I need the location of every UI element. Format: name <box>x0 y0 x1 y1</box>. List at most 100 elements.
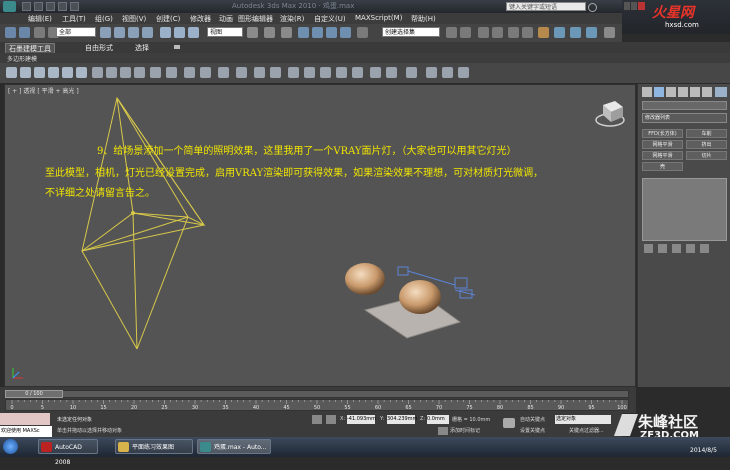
key-icon[interactable] <box>503 418 515 428</box>
viewcube-icon[interactable] <box>595 101 625 127</box>
time-slider-track[interactable] <box>5 390 629 398</box>
maxscript-listener[interactable] <box>0 413 50 425</box>
z-coord-field[interactable]: 0.0mm <box>427 415 449 424</box>
modifier-button[interactable]: 网格平滑 <box>642 151 683 160</box>
quickslice-icon[interactable] <box>270 67 281 78</box>
mirror-icon[interactable] <box>446 27 457 38</box>
menu-tools[interactable]: 工具(T) <box>62 14 86 24</box>
keyboard-shortcut-icon[interactable] <box>281 27 292 38</box>
reference-coord-dropdown[interactable]: 视图 <box>207 27 243 37</box>
window-crossing-icon[interactable] <box>142 27 153 38</box>
absolute-mode-icon[interactable] <box>326 415 336 424</box>
bevel-icon[interactable] <box>184 67 195 78</box>
display-tab-icon[interactable] <box>690 87 700 97</box>
polymodel-icon[interactable] <box>6 67 17 78</box>
start-button[interactable] <box>3 439 18 454</box>
hammer-icon[interactable] <box>715 87 727 97</box>
smooth-groups-icon[interactable] <box>458 67 469 78</box>
key-mode-dropdown[interactable]: 选定对象 <box>555 415 611 424</box>
hard-icon[interactable] <box>442 67 453 78</box>
undo-icon[interactable] <box>58 2 67 11</box>
close-button[interactable] <box>638 2 645 10</box>
grow-icon[interactable] <box>106 67 117 78</box>
new-file-icon[interactable] <box>22 2 31 11</box>
lock-selection-icon[interactable] <box>312 415 322 424</box>
motion-tab-icon[interactable] <box>678 87 688 97</box>
menu-customize[interactable]: 自定义(U) <box>314 14 346 24</box>
redo-icon[interactable] <box>70 2 79 11</box>
save-icon[interactable] <box>46 2 55 11</box>
configure-sets-icon[interactable] <box>700 244 709 253</box>
extrude-icon[interactable] <box>166 67 177 78</box>
teapot-icon[interactable] <box>604 27 615 38</box>
edit-named-sets-icon[interactable] <box>357 27 368 38</box>
tab-selection[interactable]: 选择 <box>132 43 152 53</box>
hierarchy-tab-icon[interactable] <box>666 87 676 97</box>
polygon-icon[interactable] <box>62 67 73 78</box>
target-weld-icon[interactable] <box>320 67 331 78</box>
rendered-frame-icon[interactable] <box>570 27 581 38</box>
vertex-icon[interactable] <box>20 67 31 78</box>
egg-model[interactable] <box>345 263 385 295</box>
border-icon[interactable] <box>48 67 59 78</box>
time-slider-handle[interactable]: 0 / 100 <box>5 390 63 398</box>
maximize-button[interactable] <box>631 2 637 10</box>
pin-stack-icon[interactable] <box>644 244 653 253</box>
modifier-list-dropdown[interactable]: 修改器列表 <box>642 113 727 123</box>
modifier-button[interactable]: 壳 <box>642 162 683 171</box>
show-end-result-icon[interactable] <box>658 244 667 253</box>
ribbon-toggle-icon[interactable] <box>174 45 180 49</box>
modify-tab-icon[interactable] <box>654 87 664 97</box>
relax-icon[interactable] <box>336 67 347 78</box>
element-icon[interactable] <box>76 67 87 78</box>
taskbar-item[interactable]: 平面练习效果图 <box>115 439 193 454</box>
menu-views[interactable]: 视图(V) <box>122 14 146 24</box>
x-coord-field[interactable]: -41.093mm <box>347 415 376 424</box>
render-setup-icon[interactable] <box>554 27 565 38</box>
set-key-button[interactable]: 设置关键点 <box>520 427 545 434</box>
graphite-tools-icon[interactable] <box>492 27 503 38</box>
snap-icon[interactable] <box>298 27 309 38</box>
welcome-text[interactable]: 欢迎使用 MAXSc <box>0 426 52 437</box>
menu-create[interactable]: 创建(C) <box>156 14 180 24</box>
modifier-button[interactable]: 挤出 <box>686 140 727 149</box>
loop-icon[interactable] <box>134 67 145 78</box>
tab-freeform[interactable]: 自由形式 <box>82 43 116 53</box>
menu-modifiers[interactable]: 修改器 <box>190 14 211 24</box>
menu-help[interactable]: 帮助(H) <box>411 14 436 24</box>
move-icon[interactable] <box>160 27 171 38</box>
polygon-modeling-label[interactable]: 多边形建模 <box>7 54 37 63</box>
meshsmooth-icon[interactable] <box>370 67 381 78</box>
selection-filter-dropdown[interactable]: 全部 <box>56 27 96 37</box>
undo-icon[interactable] <box>5 27 16 38</box>
cut-icon[interactable] <box>254 67 265 78</box>
material-editor-icon[interactable] <box>538 27 549 38</box>
add-time-tag[interactable]: 添加时间标记 <box>450 427 480 434</box>
key-filters-button[interactable]: 关键点过滤器... <box>569 427 604 434</box>
remove-modifier-icon[interactable] <box>686 244 695 253</box>
modifier-button[interactable]: FFD(长方体) <box>642 129 683 138</box>
spinner-snap-icon[interactable] <box>340 27 351 38</box>
connect-icon[interactable] <box>236 67 247 78</box>
named-selection-dropdown[interactable]: 创建选择集 <box>382 27 440 37</box>
manipulate-icon[interactable] <box>264 27 275 38</box>
link-icon[interactable] <box>34 27 45 38</box>
object-name-field[interactable] <box>642 101 727 110</box>
y-coord-field[interactable]: 304.239mm <box>387 415 417 424</box>
schematic-view-icon[interactable] <box>522 27 533 38</box>
modify-selection-icon[interactable] <box>92 67 103 78</box>
taskbar-item[interactable]: 鸡蛋.max - Auto... <box>197 439 271 454</box>
percent-snap-icon[interactable] <box>326 27 337 38</box>
auto-key-button[interactable]: 自动关键点 <box>520 416 545 423</box>
layer-manager-icon[interactable] <box>478 27 489 38</box>
search-input[interactable]: 键入关键字或短语 <box>506 2 586 11</box>
app-logo-icon[interactable] <box>3 1 16 12</box>
select-by-name-icon[interactable] <box>114 27 125 38</box>
redo-icon[interactable] <box>19 27 30 38</box>
align-icon[interactable] <box>460 27 471 38</box>
time-tag-icon[interactable] <box>438 427 448 435</box>
properties-icon[interactable] <box>426 67 437 78</box>
pivot-icon[interactable] <box>247 27 258 38</box>
egg-model[interactable] <box>399 280 441 314</box>
select-object-icon[interactable] <box>100 27 111 38</box>
